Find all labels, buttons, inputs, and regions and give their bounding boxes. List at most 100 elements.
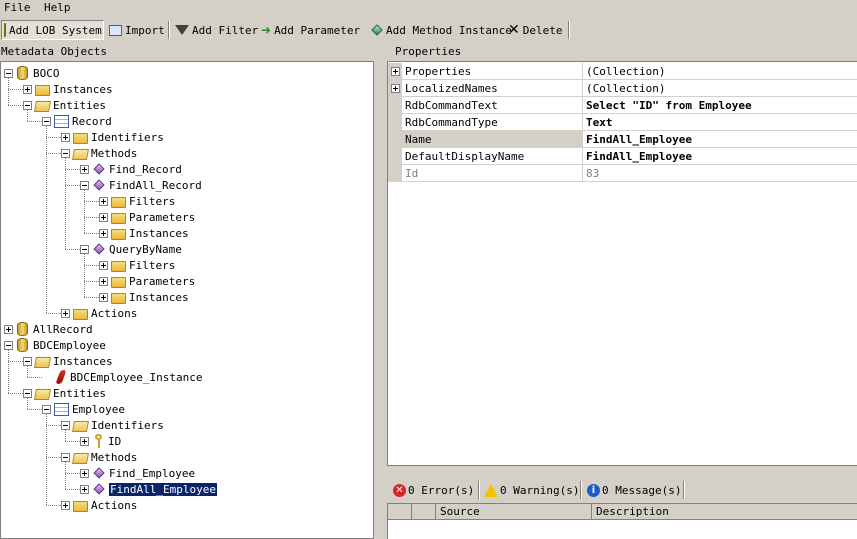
property-divider[interactable]: [582, 165, 583, 182]
expand-icon[interactable]: [80, 164, 89, 174]
collapse-icon[interactable]: [61, 452, 70, 462]
menu-help[interactable]: Help: [44, 1, 71, 14]
horizontal-splitter[interactable]: [387, 466, 857, 479]
tree-node[interactable]: Entities: [23, 97, 106, 113]
tree-node-label: BDCEmployee_Instance: [70, 370, 203, 384]
collapse-icon[interactable]: [4, 340, 13, 350]
property-row[interactable]: Id 83: [388, 165, 857, 182]
metadata-tree[interactable]: BOCO Instances Entities Record Identifiers Me…: [0, 61, 374, 539]
tree-node[interactable]: Filters: [99, 257, 175, 273]
tree-node[interactable]: FindAll_Employee: [80, 481, 218, 497]
warnings-filter-button[interactable]: 0 Warning(s): [484, 482, 579, 498]
expand-icon[interactable]: [61, 132, 70, 142]
property-value[interactable]: Text: [586, 116, 613, 129]
property-divider[interactable]: [582, 63, 583, 80]
tree-node[interactable]: AllRecord: [4, 321, 93, 337]
tree-node[interactable]: Instances: [23, 81, 113, 97]
tree-node[interactable]: Actions: [61, 497, 137, 513]
collapse-icon[interactable]: [80, 244, 89, 254]
collapse-icon[interactable]: [23, 100, 32, 110]
property-row[interactable]: DefaultDisplayName FindAll_Employee: [388, 148, 857, 165]
property-grid[interactable]: Properties (Collection) LocalizedNames (Col…: [387, 61, 857, 466]
tree-node[interactable]: Parameters: [99, 273, 195, 289]
messages-filter-button[interactable]: i 0 Message(s): [587, 482, 681, 498]
tree-node[interactable]: Find_Employee: [80, 465, 195, 481]
property-divider[interactable]: [582, 80, 583, 97]
import-button[interactable]: Import: [107, 20, 167, 40]
expand-icon[interactable]: [391, 84, 400, 93]
expand-icon[interactable]: [80, 468, 89, 478]
property-row[interactable]: LocalizedNames (Collection): [388, 80, 857, 97]
tree-node[interactable]: Employee: [42, 401, 125, 417]
expand-icon[interactable]: [99, 276, 108, 286]
collapse-icon[interactable]: [4, 68, 13, 78]
tree-node[interactable]: BOCO: [4, 65, 60, 81]
expand-icon[interactable]: [99, 212, 108, 222]
property-row[interactable]: RdbCommandText Select "ID" from Employee: [388, 97, 857, 114]
expand-icon[interactable]: [391, 67, 400, 76]
add-filter-button[interactable]: Add Filter: [173, 20, 260, 40]
expand-icon[interactable]: [80, 436, 89, 446]
property-value[interactable]: (Collection): [586, 82, 665, 95]
collapse-icon[interactable]: [61, 148, 70, 158]
tree-node[interactable]: Record: [42, 113, 112, 129]
tree-node[interactable]: Instances: [99, 225, 189, 241]
property-divider[interactable]: [582, 97, 583, 114]
property-row[interactable]: Properties (Collection): [388, 63, 857, 80]
collapse-icon[interactable]: [42, 116, 51, 126]
column-header-source[interactable]: Source: [436, 504, 592, 520]
tree-node[interactable]: Find_Record: [80, 161, 182, 177]
tree-connector: [46, 425, 61, 426]
property-divider[interactable]: [582, 148, 583, 165]
expand-icon[interactable]: [99, 260, 108, 270]
collapse-icon[interactable]: [23, 388, 32, 398]
tree-node[interactable]: BDCEmployee_Instance: [42, 369, 202, 385]
property-value[interactable]: (Collection): [586, 65, 665, 78]
tree-node[interactable]: Methods: [61, 449, 137, 465]
property-row[interactable]: RdbCommandType Text: [388, 114, 857, 131]
tree-node[interactable]: Identifiers: [61, 417, 164, 433]
expand-icon[interactable]: [61, 308, 70, 318]
collapse-icon[interactable]: [61, 420, 70, 430]
tree-node[interactable]: ID: [80, 433, 121, 449]
expand-icon[interactable]: [23, 84, 32, 94]
property-row[interactable]: Name FindAll_Employee: [388, 131, 857, 148]
tree-node[interactable]: FindAll_Record: [80, 177, 202, 193]
add-method-instance-button[interactable]: Add Method Instance: [369, 20, 514, 40]
delete-button[interactable]: ✕ Delete: [506, 20, 564, 40]
expand-icon[interactable]: [4, 324, 13, 334]
collapse-icon[interactable]: [80, 180, 89, 190]
folder-icon: [73, 308, 88, 320]
expand-icon[interactable]: [80, 484, 89, 494]
expand-icon[interactable]: [61, 500, 70, 510]
tree-node[interactable]: Parameters: [99, 209, 195, 225]
tree-node[interactable]: Instances: [23, 353, 113, 369]
tree-node[interactable]: Instances: [99, 289, 189, 305]
tree-node[interactable]: Actions: [61, 305, 137, 321]
tree-node[interactable]: QueryByName: [80, 241, 182, 257]
tree-node[interactable]: Filters: [99, 193, 175, 209]
property-divider[interactable]: [582, 131, 583, 148]
vertical-splitter[interactable]: [374, 42, 387, 539]
tree-node[interactable]: Entities: [23, 385, 106, 401]
property-value[interactable]: Select "ID" from Employee: [586, 99, 752, 112]
property-value[interactable]: FindAll_Employee: [586, 133, 692, 146]
tree-node[interactable]: BDCEmployee: [4, 337, 106, 353]
collapse-icon[interactable]: [42, 404, 51, 414]
menu-file[interactable]: File: [4, 1, 31, 14]
property-value[interactable]: FindAll_Employee: [586, 150, 692, 163]
column-header-index[interactable]: [412, 504, 436, 520]
add-lob-system-button[interactable]: Add LOB System: [1, 20, 104, 40]
tree-node[interactable]: Methods: [61, 145, 137, 161]
add-parameter-button[interactable]: ➜ Add Parameter: [259, 20, 362, 40]
collapse-icon[interactable]: [23, 356, 32, 366]
expand-icon[interactable]: [99, 228, 108, 238]
expand-icon[interactable]: [99, 292, 108, 302]
errors-filter-button[interactable]: ✕ 0 Error(s): [393, 482, 474, 498]
expand-icon[interactable]: [99, 196, 108, 206]
column-header-description[interactable]: Description: [592, 504, 857, 520]
column-header-icon[interactable]: [388, 504, 412, 520]
tree-node[interactable]: Identifiers: [61, 129, 164, 145]
property-value[interactable]: 83: [586, 167, 599, 180]
property-divider[interactable]: [582, 114, 583, 131]
